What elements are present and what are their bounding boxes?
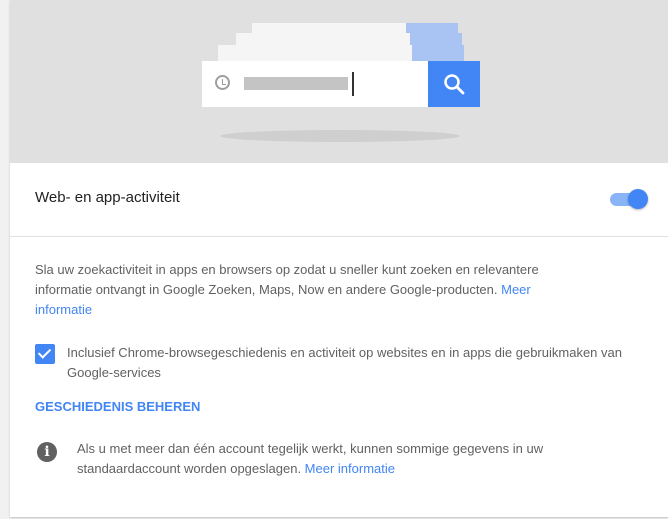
activity-toggle[interactable] (610, 188, 650, 210)
activity-card: Web- en app-activiteit Sla uw zoekactivi… (10, 0, 668, 517)
manage-history-button[interactable]: GESCHIEDENIS BEHEREN (35, 399, 200, 414)
description-text: Sla uw zoekactiviteit in apps en browser… (35, 262, 539, 297)
info-learn-more-link[interactable]: Meer informatie (305, 461, 395, 476)
chrome-history-checkbox[interactable] (35, 344, 55, 364)
illustration-search-bar (202, 61, 480, 107)
toggle-knob (628, 189, 648, 209)
info-icon: i (37, 442, 57, 462)
illustration-shadow (220, 130, 460, 142)
query-placeholder (244, 77, 348, 90)
checkbox-label: Inclusief Chrome-browsegeschiedenis en a… (67, 345, 622, 380)
search-button (428, 61, 480, 107)
search-illustration (10, 0, 668, 163)
setting-description: Sla uw zoekactiviteit in apps en browser… (35, 260, 575, 320)
setting-title: Web- en app-activiteit (35, 189, 180, 206)
setting-row: Web- en app-activiteit (10, 163, 668, 237)
search-icon (444, 74, 465, 95)
text-caret (352, 72, 354, 96)
clock-icon (215, 75, 230, 90)
